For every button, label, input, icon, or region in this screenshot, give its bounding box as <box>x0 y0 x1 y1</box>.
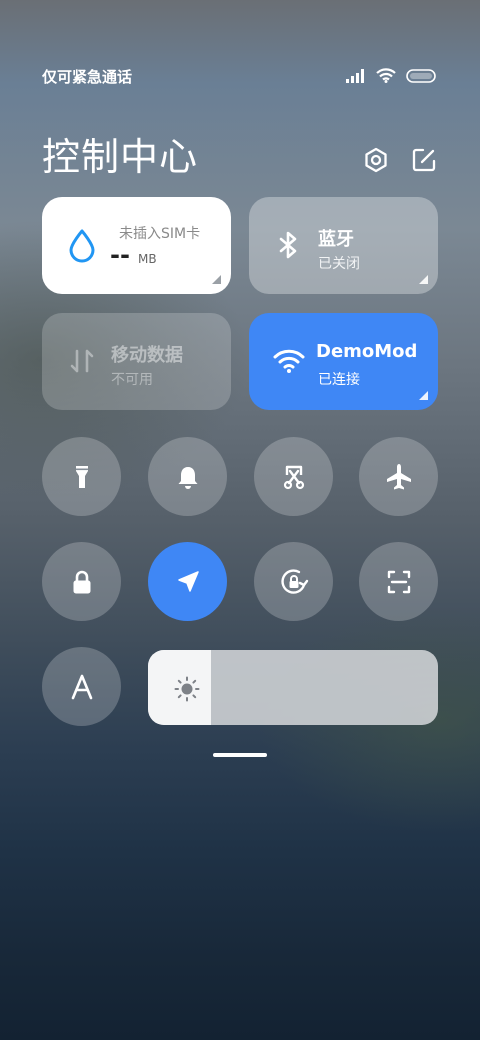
wifi-network-name: DemoMod <box>316 341 418 362</box>
mobile-data-status: 不可用 <box>111 372 153 388</box>
screenshot-icon <box>283 465 304 489</box>
expand-corner-icon <box>419 391 428 400</box>
bluetooth-status: 已关闭 <box>318 256 360 272</box>
water-drop-icon <box>69 229 95 263</box>
location-toggle[interactable] <box>148 542 227 621</box>
scanner-toggle[interactable] <box>359 542 438 621</box>
wifi-status-icon <box>376 68 396 83</box>
page-title: 控制中心 <box>42 135 199 179</box>
expand-corner-icon <box>212 275 221 284</box>
brightness-slider[interactable] <box>148 650 438 725</box>
signal-icon <box>346 68 364 83</box>
settings-icon[interactable] <box>362 146 390 174</box>
sim-status-label: 未插入SIM卡 <box>119 226 201 242</box>
data-usage-value: -- <box>110 241 130 269</box>
data-transfer-icon <box>70 349 94 373</box>
flashlight-toggle[interactable] <box>42 437 121 516</box>
wifi-icon <box>273 349 305 373</box>
airplane-icon <box>386 463 411 489</box>
rotation-lock-toggle[interactable] <box>254 542 333 621</box>
location-icon <box>177 570 199 592</box>
data-usage-unit: MB <box>138 252 157 266</box>
wifi-status: 已连接 <box>318 372 360 388</box>
header: 控制中心 <box>42 126 438 179</box>
bell-icon <box>178 466 197 489</box>
mobile-data-label: 移动数据 <box>111 345 183 366</box>
mobile-data-tile[interactable]: 移动数据 不可用 <box>42 313 231 410</box>
flashlight-icon <box>75 465 88 488</box>
bluetooth-icon <box>279 231 297 259</box>
airplane-toggle[interactable] <box>359 437 438 516</box>
status-bar: 仅可紧急通话 <box>0 62 480 90</box>
lock-screen-toggle[interactable] <box>42 542 121 621</box>
rotation-lock-icon <box>280 568 308 594</box>
screenshot-toggle[interactable] <box>254 437 333 516</box>
silent-toggle[interactable] <box>148 437 227 516</box>
home-indicator[interactable] <box>213 753 267 757</box>
wifi-tile[interactable]: DemoMod 已连接 <box>249 313 438 410</box>
auto-brightness-toggle[interactable] <box>42 647 121 726</box>
bluetooth-tile[interactable]: 蓝牙 已关闭 <box>249 197 438 294</box>
expand-corner-icon <box>419 275 428 284</box>
bluetooth-label: 蓝牙 <box>318 229 354 250</box>
data-usage-tile[interactable]: 未插入SIM卡 -- MB <box>42 197 231 294</box>
edit-icon[interactable] <box>410 146 438 174</box>
lock-icon <box>73 570 90 593</box>
brightness-icon <box>174 676 200 702</box>
battery-icon <box>406 68 436 83</box>
font-a-icon <box>71 674 92 699</box>
carrier-text: 仅可紧急通话 <box>42 68 133 86</box>
scan-icon <box>387 570 410 593</box>
